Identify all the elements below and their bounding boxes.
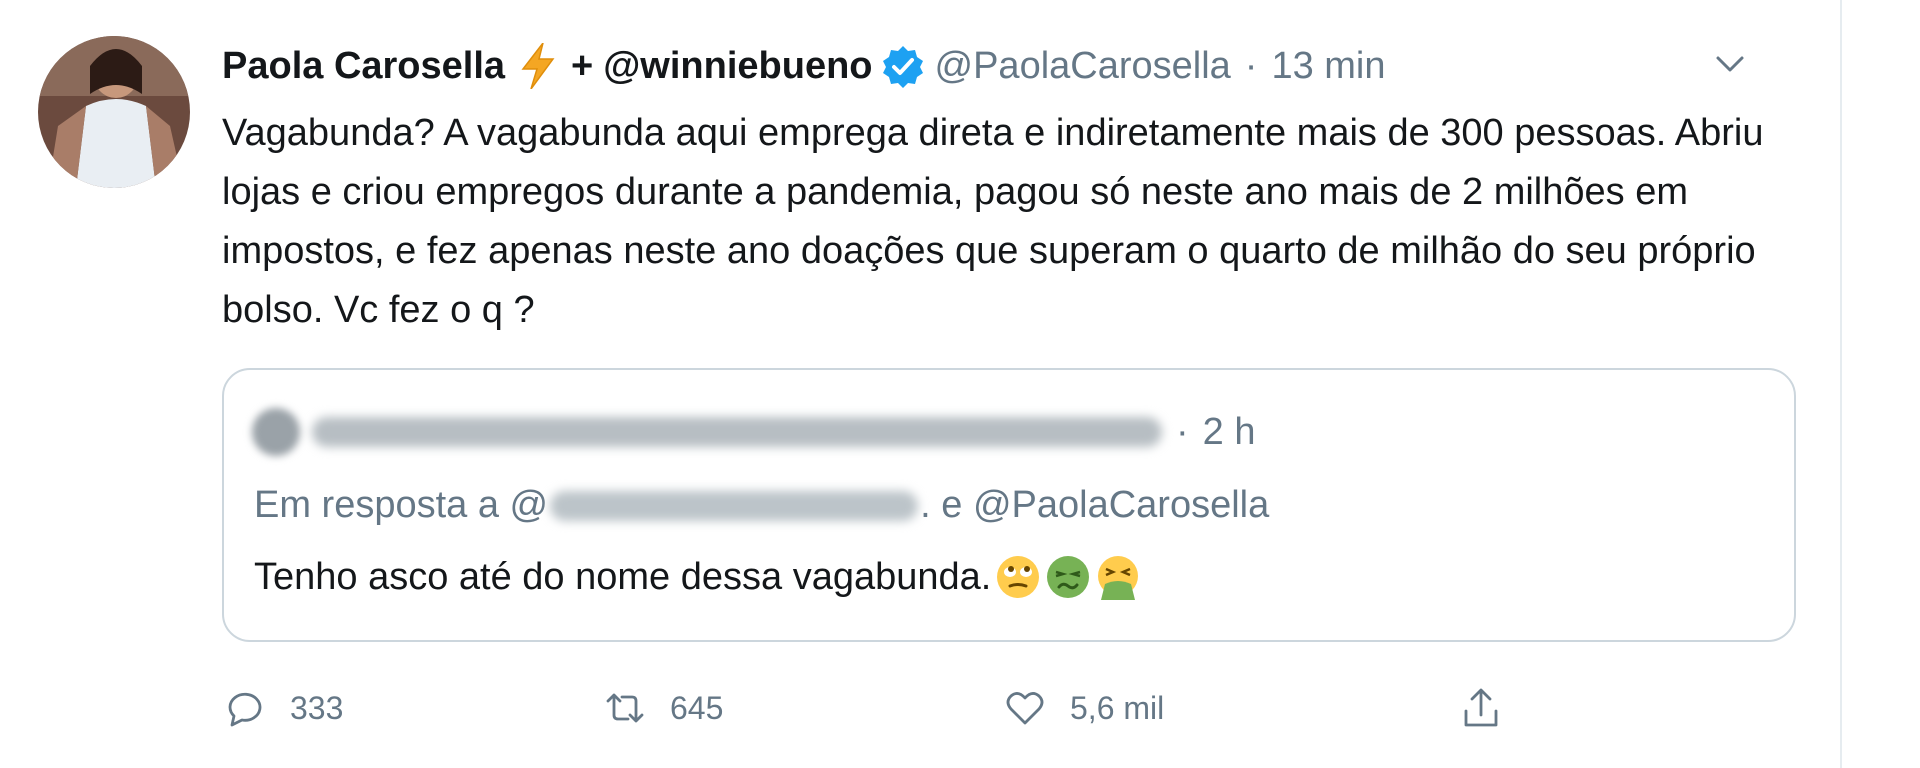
quoted-tweet-header: · 2 h [252,404,1255,460]
quoted-tweet[interactable]: · 2 h Em resposta a @ . e @PaolaCarosell… [222,368,1796,642]
retweet-button[interactable]: 645 [602,685,1002,731]
quoted-tweet-text: Tenho asco até do nome dessa vagabunda. [254,554,1141,600]
like-count: 5,6 mil [1070,689,1165,726]
reply-button[interactable]: 333 [222,685,602,731]
quoted-reply-context: Em resposta a @ . e @PaolaCarosella [254,484,1269,527]
author-handle[interactable]: @PaolaCarosella [935,45,1231,88]
verified-badge-icon [881,44,925,88]
author-name[interactable]: Paola Carosella [222,45,505,88]
tweet-header: Paola Carosella + @winniebueno @PaolaCar… [222,38,1386,94]
tweet-timestamp[interactable]: 13 min [1271,45,1385,88]
reply-count: 333 [290,689,344,726]
heart-icon [1006,692,1044,725]
retweet-count: 645 [670,689,724,726]
lightning-emoji-icon [519,42,557,90]
coauthor-handle[interactable]: @winniebueno [603,45,872,88]
quoted-avatar-blurred [252,408,300,456]
nauseated-face-emoji-icon [1045,554,1091,600]
share-icon [1464,688,1498,727]
vomiting-face-emoji-icon [1095,554,1141,600]
reply-mention-blurred [550,490,919,521]
like-button[interactable]: 5,6 mil [1002,685,1458,731]
reply-prefix: Em resposta a @ [254,484,549,526]
rolling-eyes-emoji-icon [995,554,1041,600]
quoted-separator: · [1176,410,1189,453]
quoted-timestamp[interactable]: 2 h [1203,411,1256,454]
quoted-text: Tenho asco até do nome dessa vagabunda. [254,555,992,598]
author-avatar[interactable] [38,36,190,188]
reply-suffix[interactable]: . e @PaolaCarosella [920,484,1269,527]
retweet-icon [606,693,644,723]
tweet-actions: 333 645 5,6 mil [222,678,1582,738]
share-button[interactable] [1458,685,1526,731]
quoted-author-blurred [312,417,1162,447]
tweet-body: Vagabunda? A vagabunda aqui emprega dire… [222,112,1764,331]
tweet-card[interactable]: Paola Carosella + @winniebueno @PaolaCar… [0,0,1842,768]
reply-icon [228,692,262,727]
header-separator: · [1244,44,1258,87]
chevron-down-icon[interactable] [1710,44,1750,84]
plus-sign: + [571,44,594,87]
